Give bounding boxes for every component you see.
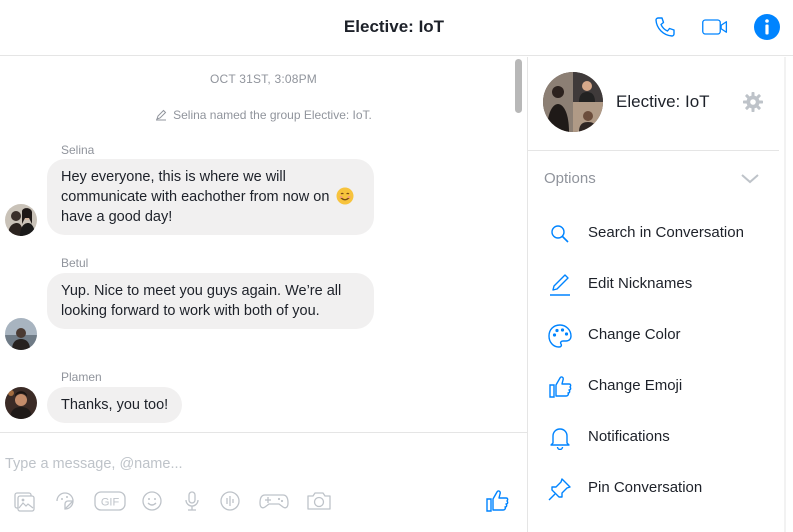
option-label: Edit Nicknames (588, 275, 693, 292)
pin-icon (547, 476, 573, 502)
message-bubble[interactable]: Yup. Nice to meet you guys again. We’re … (47, 273, 374, 329)
chevron-down-icon[interactable] (740, 172, 760, 190)
group-name: Elective: IoT (616, 92, 710, 111)
message-text: Thanks, you too! (61, 397, 169, 413)
option-change-color[interactable]: Change Color (528, 315, 779, 355)
microphone-icon[interactable] (179, 488, 205, 514)
option-label: Search in Conversation (588, 224, 744, 241)
option-search-in-conversation[interactable]: Search in Conversation (528, 213, 779, 253)
conversation-details-panel: Elective: IoT Options Search in Conversa… (528, 57, 793, 532)
game-controller-icon[interactable] (259, 488, 289, 514)
gif-icon[interactable]: GIF (94, 488, 126, 514)
sticker-icon[interactable] (52, 488, 78, 514)
section-divider (528, 150, 779, 151)
smiling-face-emoji (336, 187, 354, 205)
message-thread[interactable]: OCT 31ST, 3:08PM Selina named the group … (0, 57, 527, 432)
option-label: Change Emoji (588, 377, 683, 394)
option-label: Change Color (588, 326, 681, 343)
option-pin-conversation[interactable]: Pin Conversation (528, 468, 779, 508)
options-heading: Options (544, 170, 596, 187)
message-text-continued: have a good day! (61, 209, 173, 225)
message-input[interactable] (5, 453, 505, 475)
message-text: Hey everyone, this is where we will comm… (61, 169, 330, 205)
image-icon[interactable] (11, 488, 37, 514)
avatar[interactable] (5, 204, 37, 236)
palette-icon (547, 323, 573, 349)
info-icon[interactable] (753, 13, 781, 41)
conversation-header: Elective: IoT (0, 0, 793, 56)
video-camera-icon[interactable] (701, 13, 729, 41)
system-message: Selina named the group Elective: IoT. (0, 108, 527, 124)
system-message-text: Selina named the group Elective: IoT. (173, 108, 372, 122)
option-edit-nicknames[interactable]: Edit Nicknames (528, 264, 779, 304)
chat-scrollbar[interactable] (515, 59, 522, 113)
message-bubble[interactable]: Thanks, you too! (47, 387, 183, 423)
phone-icon[interactable] (651, 13, 679, 41)
pencil-icon (155, 109, 167, 124)
option-label: Pin Conversation (588, 479, 703, 496)
sender-name: Plamen (61, 370, 102, 384)
group-photo[interactable] (543, 72, 603, 132)
option-notifications[interactable]: Notifications (528, 417, 779, 457)
emoji-icon[interactable] (139, 488, 165, 514)
bell-icon (547, 425, 573, 451)
thumbs-up-icon[interactable] (484, 488, 510, 514)
message-bubble[interactable]: Hey everyone, this is where we will comm… (47, 159, 374, 235)
camera-icon[interactable] (304, 488, 334, 514)
sender-name: Selina (61, 143, 95, 157)
svg-text:GIF: GIF (101, 497, 120, 509)
message-composer: GIF (0, 432, 527, 532)
avatar[interactable] (5, 318, 37, 350)
thumbs-up-icon (547, 374, 573, 400)
message-text: Yup. Nice to meet you guys again. We’re … (61, 283, 342, 319)
avatar[interactable] (5, 387, 37, 419)
option-change-emoji[interactable]: Change Emoji (528, 366, 779, 406)
search-icon (547, 221, 573, 247)
gear-icon[interactable] (742, 91, 764, 113)
pencil-icon (547, 272, 573, 298)
audio-clip-icon[interactable] (217, 488, 243, 514)
sender-name: Betul (61, 256, 89, 270)
option-label: Notifications (588, 428, 670, 445)
panel-scrollbar-track[interactable] (784, 57, 786, 532)
thread-timestamp: OCT 31ST, 3:08PM (209, 72, 318, 86)
